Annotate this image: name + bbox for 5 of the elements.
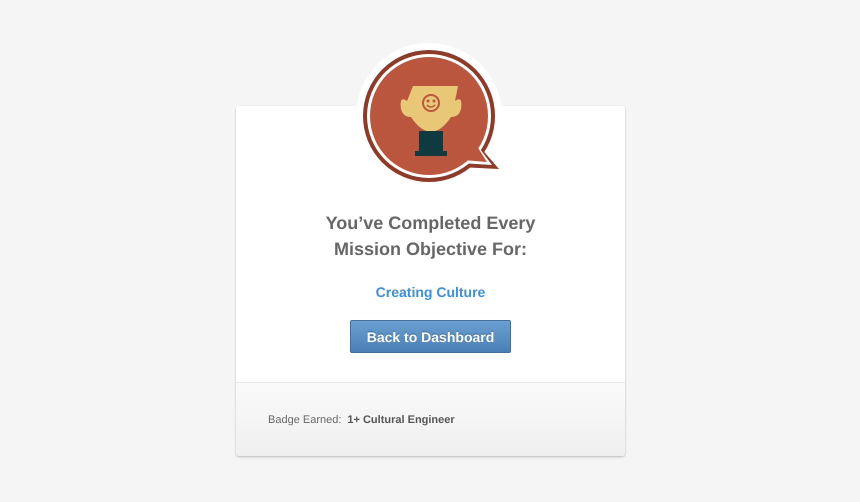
mission-name: Creating Culture bbox=[376, 284, 486, 300]
back-to-dashboard-button[interactable]: Back to Dashboard bbox=[350, 320, 511, 353]
completion-heading: You’ve Completed Every Mission Objective For: bbox=[324, 212, 536, 261]
badge-name: 1+ Cultural Engineer bbox=[347, 414, 455, 426]
badge-label: Badge Earned: bbox=[268, 414, 342, 426]
